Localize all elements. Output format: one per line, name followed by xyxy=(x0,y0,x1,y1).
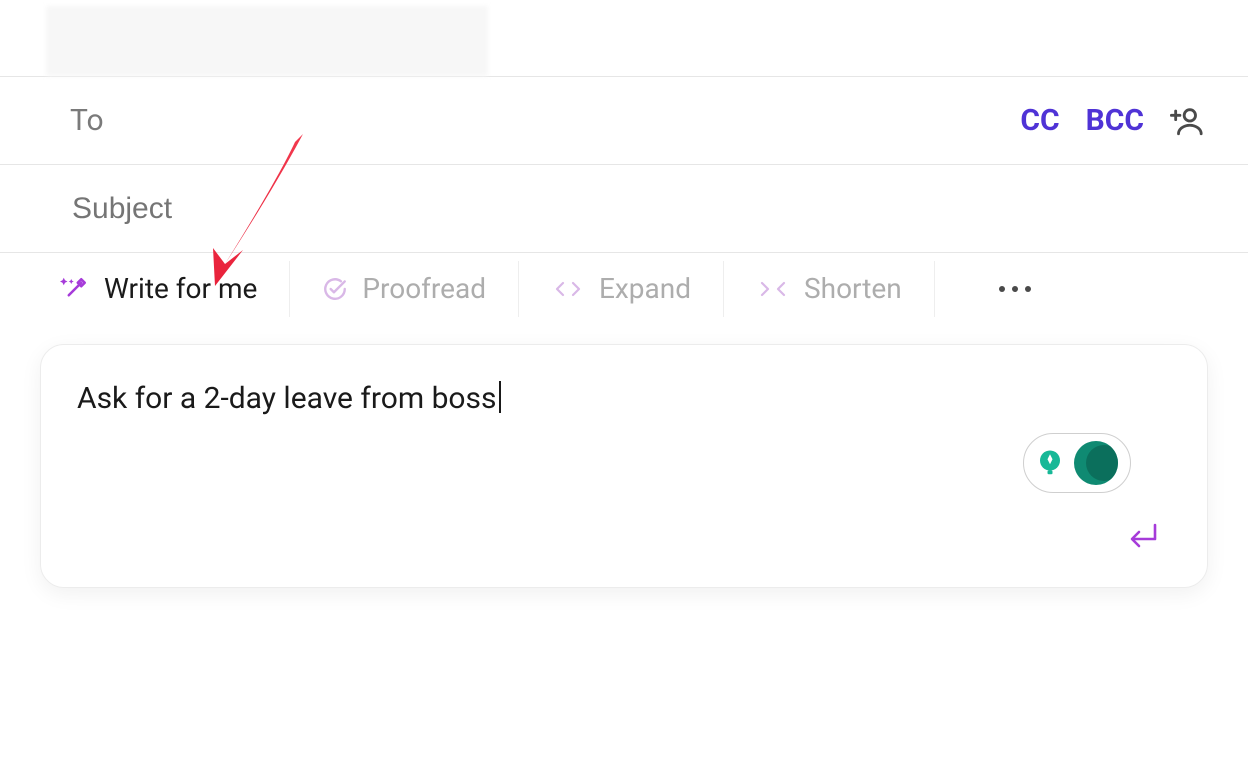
to-label: To xyxy=(70,103,104,138)
lightbulb-icon xyxy=(1028,441,1072,485)
check-circle-icon xyxy=(322,276,348,302)
proofread-button[interactable]: Proofread xyxy=(289,261,518,317)
add-contact-icon[interactable] xyxy=(1170,104,1204,138)
bcc-button[interactable]: BCC xyxy=(1086,103,1144,138)
cc-button[interactable]: CC xyxy=(1020,103,1059,138)
subject-input[interactable] xyxy=(70,191,1204,227)
ellipsis-icon xyxy=(967,286,1031,292)
compose-card[interactable]: Ask for a 2-day leave from boss xyxy=(40,344,1208,588)
more-button[interactable] xyxy=(934,261,1063,317)
submit-enter-icon[interactable] xyxy=(1125,521,1159,551)
to-row: To CC BCC xyxy=(0,76,1248,164)
moon-icon xyxy=(1074,441,1118,485)
shorten-label: Shorten xyxy=(804,272,902,305)
expand-arrows-icon xyxy=(551,279,585,299)
to-input[interactable] xyxy=(124,103,1021,139)
shorten-arrows-icon xyxy=(756,279,790,299)
expand-label: Expand xyxy=(599,272,691,305)
proofread-label: Proofread xyxy=(362,272,486,305)
expand-button[interactable]: Expand xyxy=(518,261,723,317)
write-for-me-button[interactable]: Write for me xyxy=(60,261,289,317)
header-placeholder xyxy=(46,6,488,76)
assistant-toggle[interactable] xyxy=(1023,433,1131,493)
text-cursor xyxy=(499,381,501,413)
subject-row xyxy=(0,164,1248,252)
magic-wand-icon xyxy=(60,274,90,304)
ai-toolbar: Write for me Proofread Expand xyxy=(0,252,1248,324)
prompt-text: Ask for a 2-day leave from boss xyxy=(77,381,497,416)
shorten-button[interactable]: Shorten xyxy=(723,261,934,317)
write-for-me-label: Write for me xyxy=(104,272,257,305)
